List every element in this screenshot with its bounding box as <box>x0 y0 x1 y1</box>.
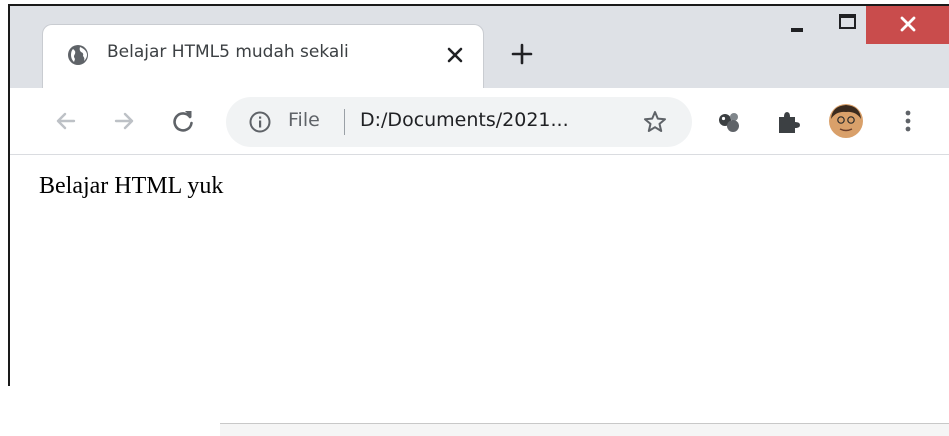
maximize-icon[interactable] <box>828 6 868 46</box>
tab-strip: Belajar HTML5 mudah sekali <box>10 6 949 88</box>
arrow-left-icon[interactable] <box>52 107 80 135</box>
avatar[interactable] <box>828 103 864 139</box>
bottom-strip <box>220 424 949 436</box>
browser-window: Belajar HTML5 mudah sekali File D:/Docum… <box>8 4 949 386</box>
reload-icon[interactable] <box>169 107 197 135</box>
url-text[interactable]: D:/Documents/2021... <box>360 109 569 131</box>
page-text: Belajar HTML yuk <box>39 173 224 199</box>
new-tab-icon[interactable] <box>510 42 534 66</box>
extension-spheres-icon[interactable] <box>716 108 744 136</box>
address-bar[interactable]: File D:/Documents/2021... <box>226 97 692 147</box>
page-content: Belajar HTML yuk <box>10 155 949 386</box>
arrow-right-icon[interactable] <box>110 107 138 135</box>
close-icon[interactable] <box>866 4 949 44</box>
tab-active[interactable]: Belajar HTML5 mudah sekali <box>42 24 484 88</box>
info-icon[interactable] <box>248 110 272 134</box>
kebab-menu-icon[interactable] <box>894 107 922 135</box>
puzzle-icon[interactable] <box>774 108 802 136</box>
tab-title: Belajar HTML5 mudah sekali <box>107 42 349 62</box>
omnibox-separator <box>344 109 345 135</box>
toolbar: File D:/Documents/2021... <box>10 88 949 155</box>
globe-icon <box>68 45 88 65</box>
file-chip-label: File <box>288 109 320 131</box>
tab-close-icon[interactable] <box>443 43 467 67</box>
minimize-icon[interactable] <box>778 6 818 46</box>
bookmark-star-icon[interactable] <box>642 109 668 135</box>
